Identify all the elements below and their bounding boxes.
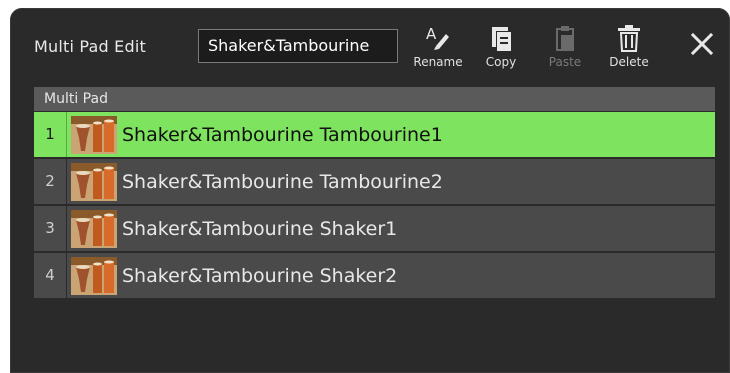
row-name: Shaker&Tambourine Tambourine1 <box>122 123 443 146</box>
multi-pad-row-1[interactable]: 1 Shaker&Tambourine Tambourine1 <box>34 112 715 157</box>
delete-icon <box>618 25 640 52</box>
row-number: 4 <box>34 253 67 298</box>
paste-icon <box>556 26 574 51</box>
drum-thumbnail-icon <box>71 209 117 248</box>
multi-pad-row-4[interactable]: 4 Shaker&Tambourine Shaker2 <box>34 253 715 298</box>
multi-pad-edit-window: Multi Pad Edit Shaker&Tambourine A Renam… <box>10 8 730 373</box>
list-header: Multi Pad <box>34 87 715 111</box>
multi-pad-row-3[interactable]: 3 Shaker&Tambourine Shaker1 <box>34 206 715 251</box>
drum-thumbnail-icon <box>71 115 117 154</box>
drum-thumbnail-icon <box>71 256 117 295</box>
row-name: Shaker&Tambourine Shaker2 <box>122 264 398 287</box>
row-number: 1 <box>34 112 67 157</box>
paste-button[interactable]: Paste <box>537 24 593 78</box>
copy-button[interactable]: Copy <box>473 24 529 78</box>
window-title: Multi Pad Edit <box>34 37 146 56</box>
rename-label: Rename <box>413 55 463 69</box>
row-name: Shaker&Tambourine Tambourine2 <box>122 170 443 193</box>
delete-button[interactable]: Delete <box>601 24 657 78</box>
rename-icon: A <box>426 25 449 50</box>
copy-icon <box>492 27 511 51</box>
delete-label: Delete <box>609 55 649 69</box>
close-icon <box>690 32 714 56</box>
rename-button[interactable]: A Rename <box>410 24 466 78</box>
paste-label: Paste <box>548 55 582 69</box>
drum-thumbnail-icon <box>71 162 117 201</box>
multi-pad-name-field[interactable]: Shaker&Tambourine <box>198 29 398 63</box>
close-button[interactable] <box>688 30 716 58</box>
multi-pad-list: 1 Shaker&Tambourine Tambourine1 2 Shaker… <box>34 112 715 300</box>
row-name: Shaker&Tambourine Shaker1 <box>122 217 398 240</box>
svg-text:A: A <box>426 25 437 43</box>
multi-pad-row-2[interactable]: 2 Shaker&Tambourine Tambourine2 <box>34 159 715 204</box>
row-number: 3 <box>34 206 67 251</box>
copy-label: Copy <box>485 55 517 69</box>
row-number: 2 <box>34 159 67 204</box>
